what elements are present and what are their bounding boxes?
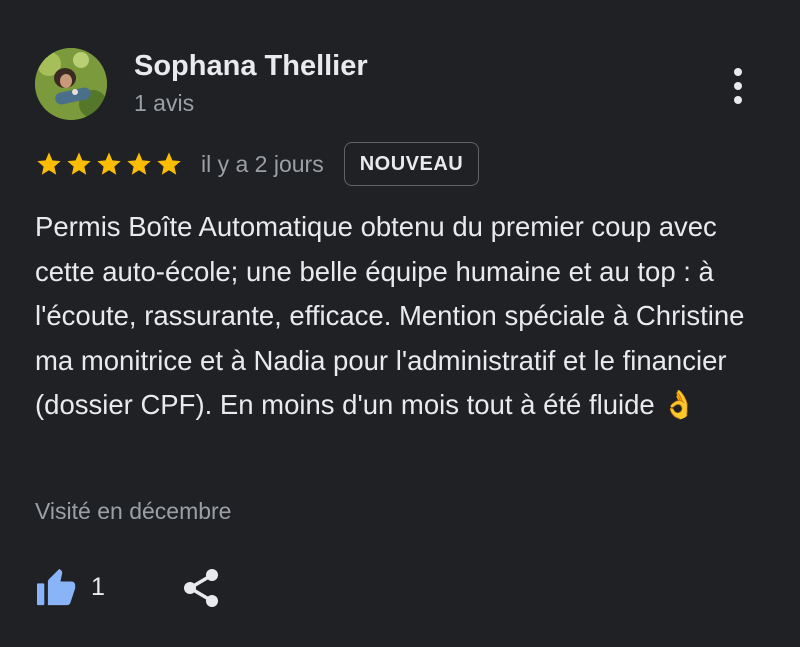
star-icon — [67, 152, 91, 175]
share-icon — [184, 569, 218, 607]
review-date: il y a 2 jours — [201, 150, 324, 177]
star-icon — [127, 152, 151, 175]
reviewer-name[interactable]: Sophana Thellier — [134, 50, 368, 83]
like-button[interactable]: 1 — [35, 564, 105, 610]
star-rating — [35, 150, 183, 178]
more-vert-icon-dot — [734, 68, 742, 76]
avatar-photo — [35, 48, 107, 120]
reviewer-avatar[interactable] — [35, 48, 107, 120]
more-vert-icon-dot — [734, 82, 742, 90]
review-text: Permis Boîte Automatique obtenu du premi… — [35, 211, 745, 420]
more-vert-icon-dot — [734, 96, 742, 104]
star-icon — [97, 152, 121, 175]
star-icon — [157, 152, 181, 175]
visit-date: Visité en décembre — [35, 498, 232, 524]
rating-row: il y a 2 jours NOUVEAU — [35, 140, 480, 188]
reviewer-review-count: 1 avis — [134, 90, 195, 116]
like-count: 1 — [91, 572, 105, 601]
thumbs-up-icon — [37, 568, 76, 606]
star-icon — [37, 152, 61, 175]
share-button[interactable] — [180, 566, 222, 610]
new-badge: NOUVEAU — [343, 142, 480, 186]
more-options-button[interactable] — [720, 64, 756, 108]
